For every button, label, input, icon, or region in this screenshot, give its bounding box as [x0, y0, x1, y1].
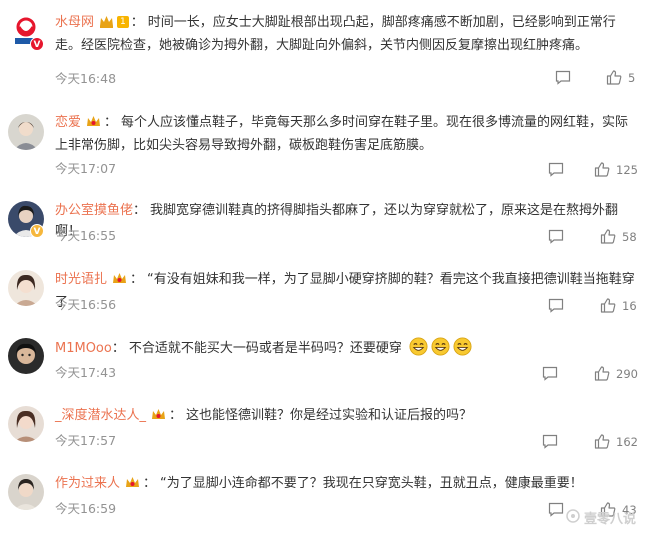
comment-icon	[542, 366, 558, 381]
verified-badge: V	[30, 37, 44, 51]
comment-time: 今天16:59	[55, 501, 117, 516]
comment-time: 今天17:07	[55, 161, 117, 176]
like-count: 125	[616, 162, 638, 177]
laughing-emoji-icon	[453, 337, 472, 363]
comment-icon	[542, 434, 558, 449]
comment-icon	[548, 229, 564, 244]
reply-button[interactable]	[548, 229, 564, 244]
comment-icon	[548, 162, 564, 177]
like-count: 16	[622, 298, 637, 313]
comment-text-block: M1MOoo： 不合适就不能买大一码或者是半码吗？还要硬穿	[55, 337, 640, 363]
comment-text: “为了显脚小连命都不要了？我现在只穿宽头鞋，丑就丑点，健康最重要！	[160, 476, 583, 491]
username[interactable]: 办公室摸鱼佬	[55, 203, 133, 218]
avatar[interactable]	[8, 338, 44, 374]
username[interactable]: 水母网	[55, 15, 94, 30]
avatar[interactable]	[8, 406, 44, 442]
like-count: 290	[616, 366, 638, 381]
username[interactable]: _深度潜水达人_	[55, 408, 146, 423]
comment-text: 这也能怪德训鞋？你是经过实验和认证后报的吗？	[186, 408, 473, 423]
thumbs-up-icon	[600, 229, 616, 244]
watermark-logo-icon	[566, 508, 580, 527]
comment-icon	[555, 70, 571, 85]
crown-icon	[125, 475, 140, 496]
username[interactable]: M1MOoo	[55, 341, 112, 356]
like-button[interactable]: 16	[600, 298, 637, 313]
comment-icon	[548, 298, 564, 313]
comment-text-block: _深度潜水达人_：这也能怪德训鞋？你是经过实验和认证后报的吗？	[55, 405, 640, 428]
username[interactable]: 时光语扎	[55, 272, 107, 287]
reply-button[interactable]	[555, 70, 571, 85]
comment-text-block: 恋爱：每个人应该懂点鞋子，毕竟每天那么多时间穿在鞋子里。现在很多博流量的网红鞋，…	[55, 114, 629, 153]
avatar[interactable]	[8, 474, 44, 510]
thumbs-up-icon	[594, 366, 610, 381]
avatar[interactable]	[8, 270, 44, 306]
thumbs-up-icon	[594, 434, 610, 449]
like-count: 5	[628, 70, 636, 85]
thumbs-up-icon	[606, 70, 622, 85]
like-button[interactable]: 162	[594, 434, 638, 449]
watermark: 壹零八说	[566, 508, 636, 527]
comment-text: 每个人应该懂点鞋子，毕竟每天那么多时间穿在鞋子里。现在很多博流量的网红鞋，实际上…	[55, 115, 629, 153]
watermark-text: 壹零八说	[583, 512, 636, 527]
reply-button[interactable]	[542, 434, 558, 449]
laughing-emoji-icon	[409, 337, 428, 363]
comment-text-block: 作为过来人： “为了显脚小连命都不要了？我现在只穿宽头鞋，丑就丑点，健康最重要！	[55, 473, 640, 496]
like-button[interactable]: 125	[594, 162, 638, 177]
comment-time: 今天16:55	[55, 228, 117, 243]
username[interactable]: 作为过来人	[55, 476, 120, 491]
verified-badge: V	[30, 224, 44, 238]
like-button[interactable]: 290	[594, 366, 638, 381]
crown-icon	[112, 271, 127, 292]
reply-button[interactable]	[542, 366, 558, 381]
comment-time: 今天17:43	[55, 365, 117, 380]
reply-button[interactable]	[548, 298, 564, 313]
username[interactable]: 恋爱	[55, 115, 81, 130]
crown-icon	[151, 407, 166, 428]
like-count: 162	[616, 434, 638, 449]
crown-icon	[99, 14, 114, 35]
reply-button[interactable]	[548, 162, 564, 177]
avatar[interactable]	[8, 114, 44, 150]
like-button[interactable]: 58	[600, 229, 637, 244]
comment-icon	[548, 502, 564, 517]
comment-text-block: 水母网 1：时间一长，应女士大脚趾根部出现凸起，脚部疼痛感不断加剧，已经影响到正常…	[55, 14, 616, 53]
thumbs-up-icon	[594, 162, 610, 177]
crown-icon	[86, 114, 101, 135]
comment-time: 今天16:56	[55, 297, 117, 312]
level-badge: 1	[117, 16, 129, 28]
comment-text: 不合适就不能买大一码或者是半码吗？还要硬穿	[128, 341, 402, 356]
like-count: 58	[622, 229, 637, 244]
thumbs-up-icon	[600, 298, 616, 313]
reply-button[interactable]	[548, 502, 564, 517]
like-button[interactable]: 5	[606, 70, 635, 85]
comment-time: 今天17:57	[55, 433, 117, 448]
comment-time: 今天16:48	[55, 71, 117, 86]
laughing-emoji-icon	[431, 337, 450, 363]
